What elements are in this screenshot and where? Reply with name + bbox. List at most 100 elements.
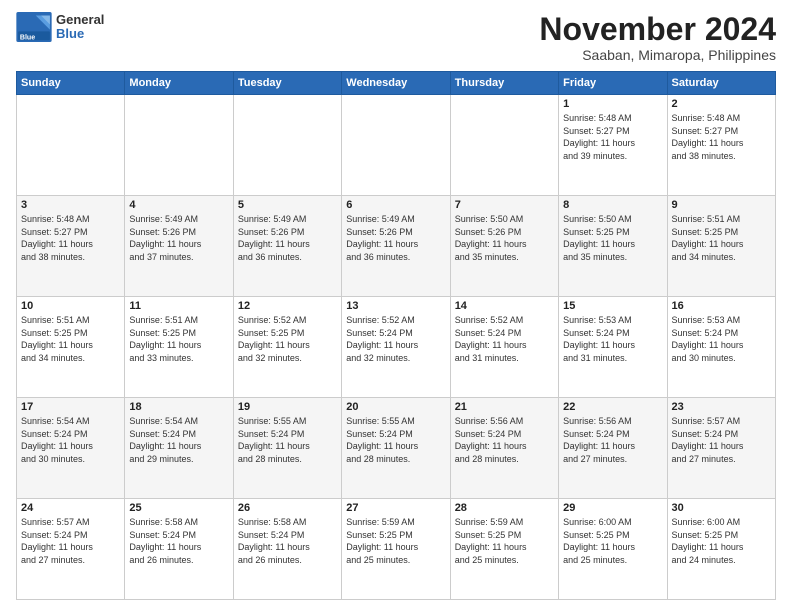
day-number: 22 bbox=[563, 401, 662, 413]
calendar-cell bbox=[233, 95, 341, 196]
calendar-cell: 15 Sunrise: 5:53 AMSunset: 5:24 PMDayligh… bbox=[559, 297, 667, 398]
day-number: 21 bbox=[455, 401, 554, 413]
day-info: Sunrise: 5:57 AMSunset: 5:24 PMDaylight:… bbox=[672, 415, 771, 465]
day-number: 8 bbox=[563, 199, 662, 211]
day-number: 3 bbox=[21, 199, 120, 211]
day-info: Sunrise: 5:54 AMSunset: 5:24 PMDaylight:… bbox=[21, 415, 120, 465]
calendar-cell: 21Sunrise: 5:56 AMSunset: 5:24 PMDayligh… bbox=[450, 398, 558, 499]
day-number: 7 bbox=[455, 199, 554, 211]
header-wednesday: Wednesday bbox=[342, 72, 450, 95]
calendar-cell: 17 Sunrise: 5:54 AMSunset: 5:24 PMDayligh… bbox=[17, 398, 125, 499]
day-number: 24 bbox=[21, 502, 120, 514]
calendar-cell bbox=[125, 95, 233, 196]
day-info: Sunrise: 5:55 AMSunset: 5:24 PMDaylight:… bbox=[346, 415, 445, 465]
day-number: 13 bbox=[346, 300, 445, 312]
calendar-cell bbox=[450, 95, 558, 196]
calendar-cell: 24 Sunrise: 5:57 AMSunset: 5:24 PMDayligh… bbox=[17, 499, 125, 600]
day-number: 17 bbox=[21, 401, 120, 413]
calendar-cell: 7 Sunrise: 5:50 AMSunset: 5:26 PMDaylight… bbox=[450, 196, 558, 297]
calendar-cell bbox=[17, 95, 125, 196]
day-info: Sunrise: 6:00 AMSunset: 5:25 PMDaylight:… bbox=[672, 516, 771, 566]
header-thursday: Thursday bbox=[450, 72, 558, 95]
day-number: 10 bbox=[21, 300, 120, 312]
calendar-cell bbox=[342, 95, 450, 196]
day-number: 25 bbox=[129, 502, 228, 514]
day-info: Sunrise: 5:48 AMSunset: 5:27 PMDaylight:… bbox=[21, 213, 120, 263]
day-info: Sunrise: 5:58 AMSunset: 5:24 PMDaylight:… bbox=[238, 516, 337, 566]
day-info: Sunrise: 5:50 AMSunset: 5:25 PMDaylight:… bbox=[563, 213, 662, 263]
logo-blue-text: Blue bbox=[56, 27, 104, 41]
calendar-cell: 22Sunrise: 5:56 AMSunset: 5:24 PMDayligh… bbox=[559, 398, 667, 499]
location-subtitle: Saaban, Mimaropa, Philippines bbox=[539, 47, 776, 63]
day-info: Sunrise: 5:58 AMSunset: 5:24 PMDaylight:… bbox=[129, 516, 228, 566]
calendar-cell: 2 Sunrise: 5:48 AMSunset: 5:27 PMDaylight… bbox=[667, 95, 775, 196]
calendar-cell: 11 Sunrise: 5:51 AMSunset: 5:25 PMDayligh… bbox=[125, 297, 233, 398]
day-number: 4 bbox=[129, 199, 228, 211]
calendar-row-0: 1 Sunrise: 5:48 AMSunset: 5:27 PMDaylight… bbox=[17, 95, 776, 196]
day-info: Sunrise: 5:52 AMSunset: 5:24 PMDaylight:… bbox=[346, 314, 445, 364]
calendar-cell: 13 Sunrise: 5:52 AMSunset: 5:24 PMDayligh… bbox=[342, 297, 450, 398]
calendar-cell: 20 Sunrise: 5:55 AMSunset: 5:24 PMDayligh… bbox=[342, 398, 450, 499]
day-number: 11 bbox=[129, 300, 228, 312]
calendar-cell: 4Sunrise: 5:49 AMSunset: 5:26 PMDaylight… bbox=[125, 196, 233, 297]
logo-icon: Blue bbox=[16, 12, 52, 42]
calendar-cell: 12 Sunrise: 5:52 AMSunset: 5:25 PMDayligh… bbox=[233, 297, 341, 398]
day-number: 14 bbox=[455, 300, 554, 312]
page: Blue General Blue November 2024 Saaban, … bbox=[0, 0, 792, 612]
logo-general-text: General bbox=[56, 13, 104, 27]
day-info: Sunrise: 5:49 AMSunset: 5:26 PMDaylight:… bbox=[238, 213, 337, 263]
day-info: Sunrise: 5:57 AMSunset: 5:24 PMDaylight:… bbox=[21, 516, 120, 566]
day-number: 2 bbox=[672, 98, 771, 110]
day-number: 16 bbox=[672, 300, 771, 312]
day-info: Sunrise: 5:55 AMSunset: 5:24 PMDaylight:… bbox=[238, 415, 337, 465]
day-info: Sunrise: 5:52 AMSunset: 5:25 PMDaylight:… bbox=[238, 314, 337, 364]
day-info: Sunrise: 5:48 AMSunset: 5:27 PMDaylight:… bbox=[672, 112, 771, 162]
day-number: 26 bbox=[238, 502, 337, 514]
day-info: Sunrise: 5:53 AMSunset: 5:24 PMDaylight:… bbox=[672, 314, 771, 364]
day-info: Sunrise: 6:00 AMSunset: 5:25 PMDaylight:… bbox=[563, 516, 662, 566]
day-info: Sunrise: 5:52 AMSunset: 5:24 PMDaylight:… bbox=[455, 314, 554, 364]
day-info: Sunrise: 5:51 AMSunset: 5:25 PMDaylight:… bbox=[672, 213, 771, 263]
calendar-cell: 18 Sunrise: 5:54 AMSunset: 5:24 PMDayligh… bbox=[125, 398, 233, 499]
logo-text: General Blue bbox=[56, 13, 104, 42]
header-tuesday: Tuesday bbox=[233, 72, 341, 95]
calendar-cell: 5 Sunrise: 5:49 AMSunset: 5:26 PMDaylight… bbox=[233, 196, 341, 297]
calendar-header-row: Sunday Monday Tuesday Wednesday Thursday… bbox=[17, 72, 776, 95]
day-info: Sunrise: 5:59 AMSunset: 5:25 PMDaylight:… bbox=[455, 516, 554, 566]
day-info: Sunrise: 5:48 AMSunset: 5:27 PMDaylight:… bbox=[563, 112, 662, 162]
day-number: 23 bbox=[672, 401, 771, 413]
header-friday: Friday bbox=[559, 72, 667, 95]
day-number: 15 bbox=[563, 300, 662, 312]
day-number: 12 bbox=[238, 300, 337, 312]
day-info: Sunrise: 5:59 AMSunset: 5:25 PMDaylight:… bbox=[346, 516, 445, 566]
header-monday: Monday bbox=[125, 72, 233, 95]
day-info: Sunrise: 5:53 AMSunset: 5:24 PMDaylight:… bbox=[563, 314, 662, 364]
day-number: 27 bbox=[346, 502, 445, 514]
header-sunday: Sunday bbox=[17, 72, 125, 95]
title-area: November 2024 Saaban, Mimaropa, Philippi… bbox=[539, 12, 776, 63]
calendar-row-2: 10 Sunrise: 5:51 AMSunset: 5:25 PMDayligh… bbox=[17, 297, 776, 398]
day-number: 29 bbox=[563, 502, 662, 514]
calendar-cell: 8 Sunrise: 5:50 AMSunset: 5:25 PMDaylight… bbox=[559, 196, 667, 297]
calendar-cell: 14 Sunrise: 5:52 AMSunset: 5:24 PMDayligh… bbox=[450, 297, 558, 398]
header: Blue General Blue November 2024 Saaban, … bbox=[16, 12, 776, 63]
calendar-cell: 25 Sunrise: 5:58 AMSunset: 5:24 PMDayligh… bbox=[125, 499, 233, 600]
day-number: 19 bbox=[238, 401, 337, 413]
calendar-cell: 9 Sunrise: 5:51 AMSunset: 5:25 PMDaylight… bbox=[667, 196, 775, 297]
calendar-row-4: 24 Sunrise: 5:57 AMSunset: 5:24 PMDayligh… bbox=[17, 499, 776, 600]
day-info: Sunrise: 5:49 AMSunset: 5:26 PMDaylight:… bbox=[346, 213, 445, 263]
calendar-row-3: 17 Sunrise: 5:54 AMSunset: 5:24 PMDayligh… bbox=[17, 398, 776, 499]
day-number: 5 bbox=[238, 199, 337, 211]
day-number: 18 bbox=[129, 401, 228, 413]
calendar-cell: 10Sunrise: 5:51 AMSunset: 5:25 PMDayligh… bbox=[17, 297, 125, 398]
day-info: Sunrise: 5:51 AMSunset: 5:25 PMDaylight:… bbox=[129, 314, 228, 364]
day-number: 9 bbox=[672, 199, 771, 211]
calendar-cell: 16 Sunrise: 5:53 AMSunset: 5:24 PMDayligh… bbox=[667, 297, 775, 398]
day-number: 1 bbox=[563, 98, 662, 110]
day-info: Sunrise: 5:54 AMSunset: 5:24 PMDaylight:… bbox=[129, 415, 228, 465]
day-number: 20 bbox=[346, 401, 445, 413]
day-number: 30 bbox=[672, 502, 771, 514]
day-number: 6 bbox=[346, 199, 445, 211]
calendar-cell: 6 Sunrise: 5:49 AMSunset: 5:26 PMDaylight… bbox=[342, 196, 450, 297]
day-info: Sunrise: 5:50 AMSunset: 5:26 PMDaylight:… bbox=[455, 213, 554, 263]
